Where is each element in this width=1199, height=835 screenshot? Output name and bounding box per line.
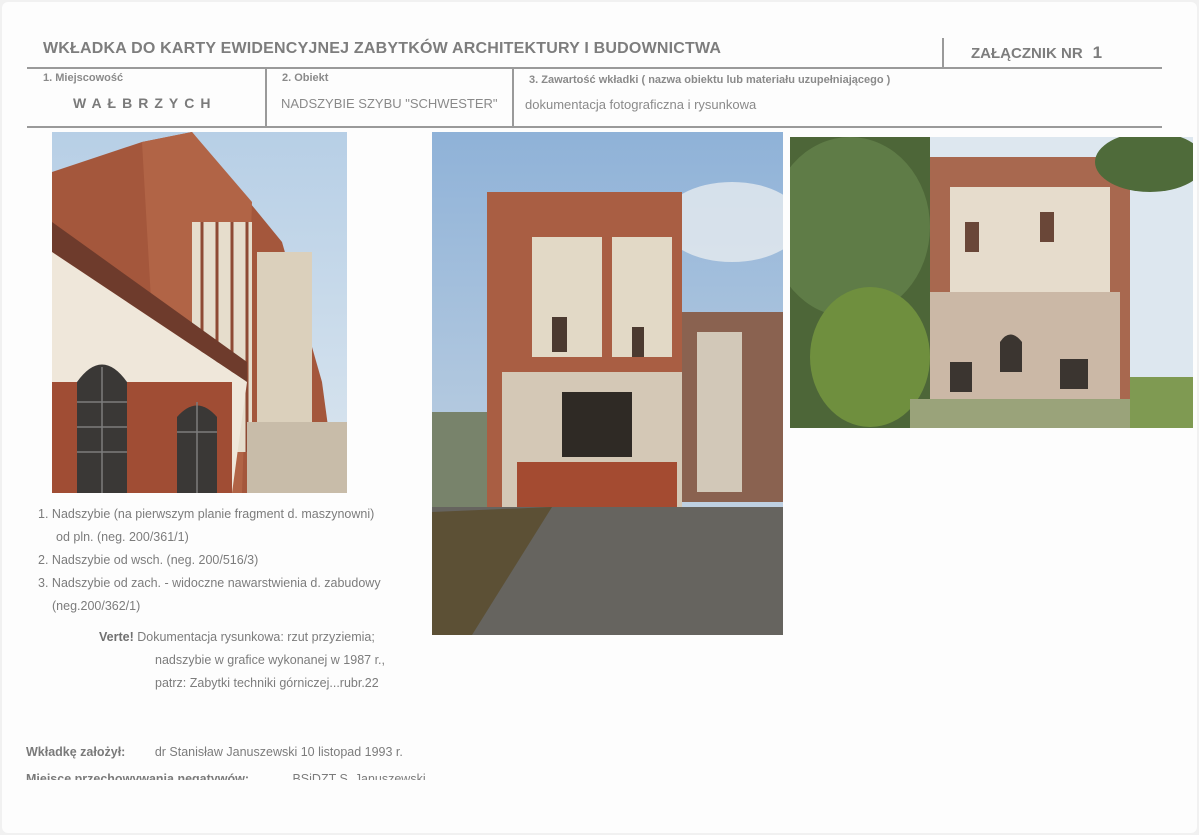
storage-label: Miejsce przechowywania negatywów:: [26, 772, 249, 780]
verte-label: Verte!: [99, 630, 134, 644]
photo-3-shaft-tower-west-view: [790, 137, 1193, 428]
created-by-label: Wkładkę założył:: [26, 745, 126, 759]
caption-3: 3. Nadszybie od zach. - widoczne nawarst…: [38, 572, 381, 595]
field-value-contents: dokumentacja fotograficzna i rysunkowa: [525, 97, 757, 112]
storage-row-clip: Miejsce przechowywania negatywów: BSiDZT…: [0, 768, 1199, 780]
document-title: WKŁADKA DO KARTY EWIDENCYJNEJ ZABYTKÓW A…: [43, 40, 722, 57]
caption-3-text: Nadszybie od zach. - widoczne nawarstwie…: [51, 576, 381, 590]
storage-value: BSiDZT S. Januszewski: [292, 772, 426, 780]
field-value-locality: WAŁBRZYCH: [73, 95, 217, 111]
created-by-row: Wkładkę założył: dr Stanisław Januszewsk…: [26, 745, 403, 759]
photo-2-shaft-tower-east-view: [432, 132, 783, 635]
field-divider-1: [265, 69, 267, 126]
created-by-value: dr Stanisław Januszewski 10 listopad 199…: [154, 745, 403, 759]
photo-1-image: [52, 132, 347, 493]
photo-3-image: [790, 137, 1193, 428]
field-label-locality: 1. Miejscowość: [43, 72, 124, 84]
photo-2-image: [432, 132, 783, 635]
verte-line-1: Dokumentacja rysunkowa: rzut przyziemia;: [137, 630, 375, 644]
verte-line-2: nadszybie w grafice wykonanej w 1987 r.,: [155, 653, 385, 667]
caption-1-num: 1.: [38, 507, 49, 521]
verte-line-3: patrz: Zabytki techniki górniczej...rubr…: [155, 676, 379, 690]
field-value-object: NADSZYBIE SZYBU "SCHWESTER": [281, 96, 498, 111]
annex-label-text: ZAŁĄCZNIK NR: [971, 45, 1083, 62]
caption-1: 1. Nadszybie (na pierwszym planie fragme…: [38, 503, 381, 618]
photo-1-brick-shaft-tower-detail: [52, 132, 347, 493]
header-rule: [27, 67, 1162, 69]
caption-2-num: 2.: [38, 553, 49, 567]
caption-1-line-2: od pln. (neg. 200/361/1): [56, 530, 189, 544]
annex-number: 1: [1092, 43, 1103, 62]
caption-2-text: Nadszybie od wsch. (neg. 200/516/3): [51, 553, 259, 567]
caption-3-line-2: (neg.200/362/1): [52, 599, 141, 613]
annex-label: ZAŁĄCZNIK NR 1: [971, 43, 1102, 63]
verte-note: Verte! Dokumentacja rysunkowa: rzut przy…: [99, 626, 385, 695]
caption-1-text: Nadszybie (na pierwszym planie fragment …: [51, 507, 375, 521]
field-divider-2: [512, 69, 514, 126]
caption-2: 2. Nadszybie od wsch. (neg. 200/516/3): [38, 549, 381, 572]
field-label-object: 2. Obiekt: [282, 72, 329, 84]
caption-1-line-1: 1. Nadszybie (na pierwszym planie fragme…: [38, 503, 381, 526]
storage-row: Miejsce przechowywania negatywów: BSiDZT…: [26, 772, 426, 780]
caption-3-num: 3.: [38, 576, 49, 590]
field-label-contents: 3. Zawartość wkładki ( nazwa obiektu lub…: [529, 74, 891, 86]
fields-rule: [27, 126, 1162, 128]
header-divider: [942, 38, 944, 68]
